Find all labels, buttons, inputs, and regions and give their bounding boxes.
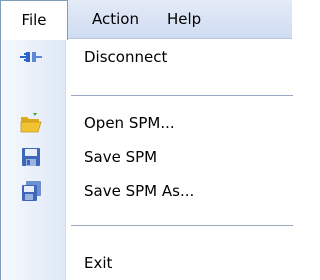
- menu-item-label: Save SPM As...: [84, 182, 195, 200]
- floppy-disk-icon: [19, 146, 43, 168]
- disconnect-plug-icon: [19, 46, 43, 68]
- file-dropdown-menu: Disconnect Open SPM... Save SPM Save SPM…: [0, 39, 293, 280]
- menu-item-disconnect[interactable]: Disconnect: [1, 41, 293, 73]
- menu-separator: [71, 225, 293, 226]
- menu-item-save-spm[interactable]: Save SPM: [1, 141, 293, 173]
- menu-action[interactable]: Action: [92, 0, 139, 38]
- menu-file[interactable]: File: [0, 0, 68, 40]
- folder-open-icon: [19, 112, 43, 134]
- save-as-icon: [19, 180, 43, 202]
- menu-item-label: Exit: [84, 254, 113, 272]
- menu-item-label: Disconnect: [84, 48, 168, 66]
- menu-separator: [71, 95, 293, 96]
- menu-item-label: Save SPM: [84, 148, 158, 166]
- menu-bar: File Action Help: [0, 0, 292, 40]
- menu-help[interactable]: Help: [167, 0, 201, 38]
- menu-item-open-spm[interactable]: Open SPM...: [1, 107, 293, 139]
- menu-item-save-spm-as[interactable]: Save SPM As...: [1, 175, 293, 207]
- menu-item-exit[interactable]: Exit: [1, 247, 293, 279]
- menu-item-label: Open SPM...: [84, 114, 175, 132]
